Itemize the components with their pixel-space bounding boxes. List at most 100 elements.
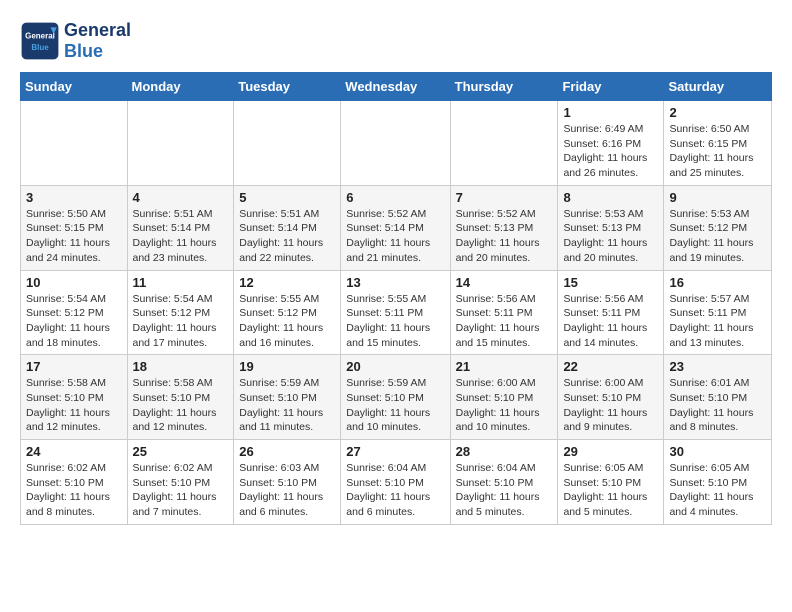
day-number: 12 bbox=[239, 275, 335, 290]
day-cell bbox=[450, 101, 558, 186]
day-number: 29 bbox=[563, 444, 658, 459]
day-detail: Sunrise: 5:58 AM Sunset: 5:10 PM Dayligh… bbox=[133, 376, 229, 435]
day-cell: 23Sunrise: 6:01 AM Sunset: 5:10 PM Dayli… bbox=[664, 355, 772, 440]
day-header-monday: Monday bbox=[127, 73, 234, 101]
week-row-1: 1 Sunrise: 6:49 AM Sunset: 6:16 PM Daylig… bbox=[21, 101, 772, 186]
day-number: 13 bbox=[346, 275, 444, 290]
day-detail: Sunrise: 6:02 AM Sunset: 5:10 PM Dayligh… bbox=[133, 461, 229, 520]
day-number: 26 bbox=[239, 444, 335, 459]
day-number: 16 bbox=[669, 275, 766, 290]
day-detail: Sunrise: 6:00 AM Sunset: 5:10 PM Dayligh… bbox=[456, 376, 553, 435]
day-detail: Sunrise: 5:50 AM Sunset: 5:15 PM Dayligh… bbox=[26, 207, 122, 266]
day-number: 30 bbox=[669, 444, 766, 459]
day-detail: Sunrise: 5:51 AM Sunset: 5:14 PM Dayligh… bbox=[239, 207, 335, 266]
day-number: 21 bbox=[456, 359, 553, 374]
day-cell: 7 Sunrise: 5:52 AM Sunset: 5:13 PM Daylig… bbox=[450, 185, 558, 270]
day-cell: 22 Sunrise: 6:00 AM Sunset: 5:10 PM Dayli… bbox=[558, 355, 664, 440]
day-number: 10 bbox=[26, 275, 122, 290]
logo: General Blue General Blue bbox=[20, 20, 131, 62]
day-number: 18 bbox=[133, 359, 229, 374]
day-header-sunday: Sunday bbox=[21, 73, 128, 101]
logo-icon: General Blue bbox=[20, 21, 60, 61]
day-number: 15 bbox=[563, 275, 658, 290]
day-number: 9 bbox=[669, 190, 766, 205]
week-row-2: 3Sunrise: 5:50 AM Sunset: 5:15 PM Daylig… bbox=[21, 185, 772, 270]
day-cell: 30 Sunrise: 6:05 AM Sunset: 5:10 PM Dayli… bbox=[664, 440, 772, 525]
day-detail: Sunrise: 6:50 AM Sunset: 6:15 PM Dayligh… bbox=[669, 122, 766, 181]
day-detail: Sunrise: 5:55 AM Sunset: 5:11 PM Dayligh… bbox=[346, 292, 444, 351]
day-number: 27 bbox=[346, 444, 444, 459]
day-detail: Sunrise: 5:56 AM Sunset: 5:11 PM Dayligh… bbox=[563, 292, 658, 351]
day-cell: 10 Sunrise: 5:54 AM Sunset: 5:12 PM Dayli… bbox=[21, 270, 128, 355]
header: General Blue General Blue bbox=[20, 20, 772, 62]
day-detail: Sunrise: 6:00 AM Sunset: 5:10 PM Dayligh… bbox=[563, 376, 658, 435]
day-header-wednesday: Wednesday bbox=[341, 73, 450, 101]
day-cell: 29 Sunrise: 6:05 AM Sunset: 5:10 PM Dayli… bbox=[558, 440, 664, 525]
day-detail: Sunrise: 5:56 AM Sunset: 5:11 PM Dayligh… bbox=[456, 292, 553, 351]
day-cell: 21 Sunrise: 6:00 AM Sunset: 5:10 PM Dayli… bbox=[450, 355, 558, 440]
day-header-friday: Friday bbox=[558, 73, 664, 101]
day-cell: 6Sunrise: 5:52 AM Sunset: 5:14 PM Daylig… bbox=[341, 185, 450, 270]
day-detail: Sunrise: 5:51 AM Sunset: 5:14 PM Dayligh… bbox=[133, 207, 229, 266]
day-cell: 20 Sunrise: 5:59 AM Sunset: 5:10 PM Dayli… bbox=[341, 355, 450, 440]
calendar-table: SundayMondayTuesdayWednesdayThursdayFrid… bbox=[20, 72, 772, 525]
day-detail: Sunrise: 6:05 AM Sunset: 5:10 PM Dayligh… bbox=[563, 461, 658, 520]
day-number: 4 bbox=[133, 190, 229, 205]
day-number: 11 bbox=[133, 275, 229, 290]
day-number: 28 bbox=[456, 444, 553, 459]
day-number: 7 bbox=[456, 190, 553, 205]
day-cell: 17 Sunrise: 5:58 AM Sunset: 5:10 PM Dayli… bbox=[21, 355, 128, 440]
day-cell: 11 Sunrise: 5:54 AM Sunset: 5:12 PM Dayli… bbox=[127, 270, 234, 355]
day-header-saturday: Saturday bbox=[664, 73, 772, 101]
day-number: 5 bbox=[239, 190, 335, 205]
day-detail: Sunrise: 6:02 AM Sunset: 5:10 PM Dayligh… bbox=[26, 461, 122, 520]
day-number: 24 bbox=[26, 444, 122, 459]
day-cell: 14 Sunrise: 5:56 AM Sunset: 5:11 PM Dayli… bbox=[450, 270, 558, 355]
svg-text:General: General bbox=[25, 32, 55, 41]
day-cell: 2Sunrise: 6:50 AM Sunset: 6:15 PM Daylig… bbox=[664, 101, 772, 186]
day-number: 25 bbox=[133, 444, 229, 459]
day-cell bbox=[234, 101, 341, 186]
day-detail: Sunrise: 5:54 AM Sunset: 5:12 PM Dayligh… bbox=[26, 292, 122, 351]
day-detail: Sunrise: 5:55 AM Sunset: 5:12 PM Dayligh… bbox=[239, 292, 335, 351]
day-detail: Sunrise: 5:58 AM Sunset: 5:10 PM Dayligh… bbox=[26, 376, 122, 435]
day-cell: 12 Sunrise: 5:55 AM Sunset: 5:12 PM Dayli… bbox=[234, 270, 341, 355]
days-header-row: SundayMondayTuesdayWednesdayThursdayFrid… bbox=[21, 73, 772, 101]
day-detail: Sunrise: 6:04 AM Sunset: 5:10 PM Dayligh… bbox=[456, 461, 553, 520]
day-cell bbox=[341, 101, 450, 186]
day-detail: Sunrise: 5:52 AM Sunset: 5:14 PM Dayligh… bbox=[346, 207, 444, 266]
day-number: 17 bbox=[26, 359, 122, 374]
day-cell: 3Sunrise: 5:50 AM Sunset: 5:15 PM Daylig… bbox=[21, 185, 128, 270]
svg-text:Blue: Blue bbox=[31, 43, 49, 52]
day-detail: Sunrise: 5:53 AM Sunset: 5:13 PM Dayligh… bbox=[563, 207, 658, 266]
day-number: 14 bbox=[456, 275, 553, 290]
day-detail: Sunrise: 5:53 AM Sunset: 5:12 PM Dayligh… bbox=[669, 207, 766, 266]
day-cell: 4 Sunrise: 5:51 AM Sunset: 5:14 PM Daylig… bbox=[127, 185, 234, 270]
day-cell bbox=[127, 101, 234, 186]
week-row-5: 24 Sunrise: 6:02 AM Sunset: 5:10 PM Dayli… bbox=[21, 440, 772, 525]
day-number: 1 bbox=[563, 105, 658, 120]
day-cell: 25 Sunrise: 6:02 AM Sunset: 5:10 PM Dayli… bbox=[127, 440, 234, 525]
day-detail: Sunrise: 5:59 AM Sunset: 5:10 PM Dayligh… bbox=[239, 376, 335, 435]
day-cell: 16 Sunrise: 5:57 AM Sunset: 5:11 PM Dayli… bbox=[664, 270, 772, 355]
day-detail: Sunrise: 6:49 AM Sunset: 6:16 PM Dayligh… bbox=[563, 122, 658, 181]
day-detail: Sunrise: 5:57 AM Sunset: 5:11 PM Dayligh… bbox=[669, 292, 766, 351]
day-cell: 8 Sunrise: 5:53 AM Sunset: 5:13 PM Daylig… bbox=[558, 185, 664, 270]
day-cell: 19 Sunrise: 5:59 AM Sunset: 5:10 PM Dayli… bbox=[234, 355, 341, 440]
day-cell: 15 Sunrise: 5:56 AM Sunset: 5:11 PM Dayli… bbox=[558, 270, 664, 355]
day-detail: Sunrise: 5:59 AM Sunset: 5:10 PM Dayligh… bbox=[346, 376, 444, 435]
week-row-3: 10 Sunrise: 5:54 AM Sunset: 5:12 PM Dayli… bbox=[21, 270, 772, 355]
day-cell: 27 Sunrise: 6:04 AM Sunset: 5:10 PM Dayli… bbox=[341, 440, 450, 525]
day-number: 20 bbox=[346, 359, 444, 374]
day-cell: 24 Sunrise: 6:02 AM Sunset: 5:10 PM Dayli… bbox=[21, 440, 128, 525]
day-number: 22 bbox=[563, 359, 658, 374]
day-detail: Sunrise: 5:52 AM Sunset: 5:13 PM Dayligh… bbox=[456, 207, 553, 266]
day-detail: Sunrise: 5:54 AM Sunset: 5:12 PM Dayligh… bbox=[133, 292, 229, 351]
day-cell: 5 Sunrise: 5:51 AM Sunset: 5:14 PM Daylig… bbox=[234, 185, 341, 270]
day-cell bbox=[21, 101, 128, 186]
day-cell: 13 Sunrise: 5:55 AM Sunset: 5:11 PM Dayli… bbox=[341, 270, 450, 355]
day-number: 8 bbox=[563, 190, 658, 205]
day-detail: Sunrise: 6:05 AM Sunset: 5:10 PM Dayligh… bbox=[669, 461, 766, 520]
day-number: 19 bbox=[239, 359, 335, 374]
day-detail: Sunrise: 6:04 AM Sunset: 5:10 PM Dayligh… bbox=[346, 461, 444, 520]
